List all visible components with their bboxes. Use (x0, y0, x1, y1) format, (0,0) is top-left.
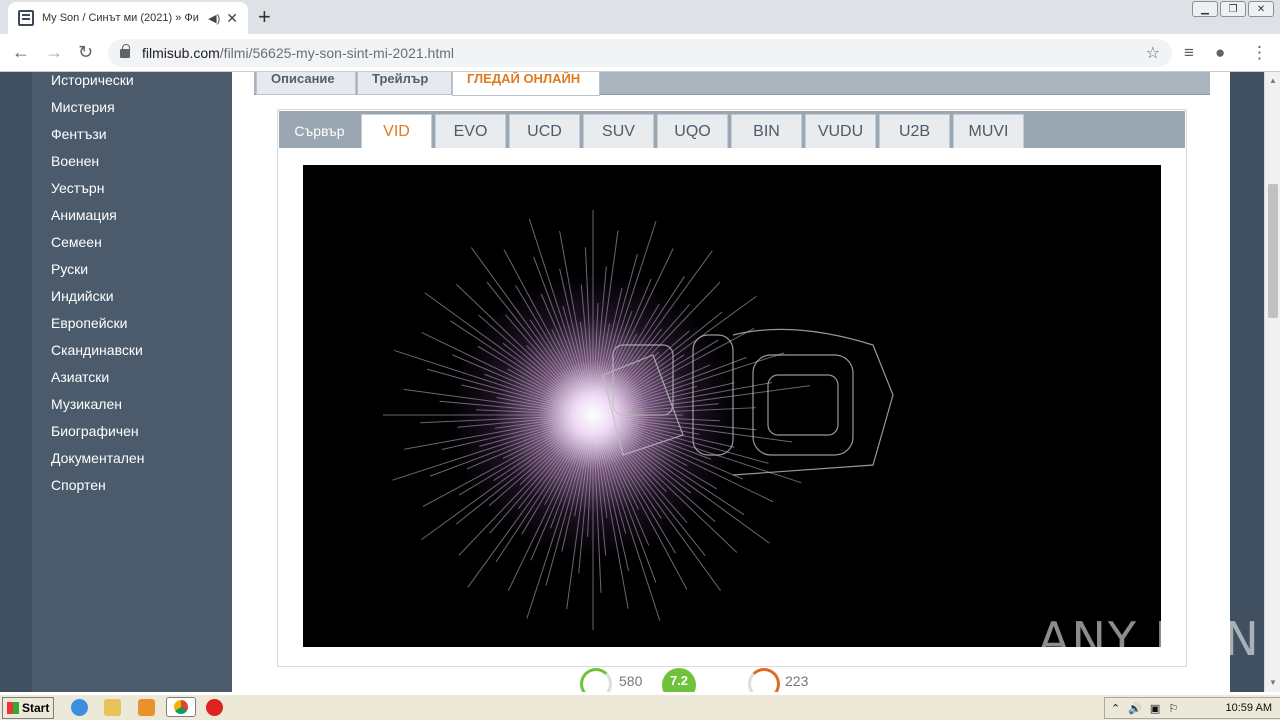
reload-icon[interactable]: ↻ (78, 42, 93, 63)
server-selector-bar: Сървър VID EVO UCD SUV UQO BIN VUDU U2B … (279, 111, 1185, 148)
thumbs-down-icon[interactable] (748, 668, 780, 692)
movie-tabs: Описание Трейлър ГЛЕДАЙ ОНЛАЙН (254, 72, 1210, 96)
sidebar-item-genre[interactable]: Уестърн (32, 180, 232, 207)
server-tab-u2b[interactable]: U2B (879, 114, 950, 148)
close-window-button[interactable]: ✕ (1248, 1, 1274, 17)
media-control-icon[interactable]: ≡ (1184, 43, 1194, 63)
sidebar-item-genre[interactable]: Документален (32, 450, 232, 477)
sidebar-item-genre[interactable]: Индийски (32, 288, 232, 315)
network-icon[interactable]: ▣ (1150, 702, 1160, 715)
forward-arrow-icon[interactable]: → (45, 42, 63, 63)
rating-row: 580 7.2 223 (580, 668, 880, 692)
server-tab-bin[interactable]: BIN (731, 114, 802, 148)
windows-logo-icon (7, 702, 19, 714)
bookmark-star-icon[interactable]: ☆ (1146, 43, 1160, 63)
volume-icon[interactable]: 🔊 (1128, 702, 1142, 715)
scroll-up-arrow-icon[interactable]: ▲ (1269, 76, 1277, 85)
sidebar-item-genre[interactable]: Азиатски (32, 369, 232, 396)
server-tab-muvi[interactable]: MUVI (953, 114, 1024, 148)
sidebar-item-genre[interactable]: Музикален (32, 396, 232, 423)
file-explorer-icon[interactable] (104, 699, 121, 716)
sidebar-item-genre[interactable]: Мистерия (32, 99, 232, 126)
sidebar-item-genre[interactable]: Исторически (32, 72, 232, 99)
anyrun-watermark: ANY RUN (1038, 612, 1261, 666)
site-favicon-icon (18, 10, 34, 26)
genre-sidebar: Исторически Мистерия Фентъзи Военен Уест… (32, 72, 232, 692)
sidebar-item-genre[interactable]: Спортен (32, 477, 232, 504)
new-tab-button[interactable]: + (258, 4, 271, 30)
sidebar-item-genre[interactable]: Семеен (32, 234, 232, 261)
web-page: Исторически Мистерия Фентъзи Военен Уест… (0, 72, 1264, 692)
thumbs-up-icon[interactable] (580, 668, 612, 692)
lock-icon[interactable] (120, 43, 130, 58)
video-player[interactable] (303, 165, 1161, 647)
main-content: Описание Трейлър ГЛЕДАЙ ОНЛАЙН Сървър VI… (232, 72, 1230, 692)
browser-tab[interactable]: My Son / Синът ми (2021) » Фи ◀) ✕ (8, 2, 248, 34)
likes-count: 580 (619, 673, 643, 689)
close-tab-icon[interactable]: ✕ (226, 10, 238, 27)
menu-kebab-icon[interactable]: ⋮ (1251, 43, 1268, 63)
audio-playing-icon[interactable]: ◀) (208, 12, 220, 25)
server-label: Сървър (294, 123, 345, 139)
server-tab-suv[interactable]: SUV (583, 114, 654, 148)
back-arrow-icon[interactable]: ← (12, 42, 30, 63)
tab-description[interactable]: Описание (256, 72, 356, 95)
internet-explorer-icon[interactable] (71, 699, 88, 716)
browser-toolbar: ← → ↻ filmisub.com /filmi/56625-my-son-s… (0, 34, 1280, 72)
sidebar-item-genre[interactable]: Биографичен (32, 423, 232, 450)
server-tab-ucd[interactable]: UCD (509, 114, 580, 148)
tab-watch-online[interactable]: ГЛЕДАЙ ОНЛАЙН (452, 72, 600, 96)
url-path: /filmi/56625-my-son-sint-mi-2021.html (219, 45, 454, 61)
sidebar-item-genre[interactable]: Фентъзи (32, 126, 232, 153)
browser-tab-strip: My Son / Синът ми (2021) » Фи ◀) ✕ + ▁ ❐… (0, 0, 1280, 34)
taskbar-clock: 10:59 AM (1225, 702, 1272, 714)
address-bar[interactable]: filmisub.com /filmi/56625-my-son-sint-mi… (108, 39, 1172, 67)
stop-icon[interactable] (206, 699, 223, 716)
player-container: Сървър VID EVO UCD SUV UQO BIN VUDU U2B … (277, 109, 1187, 667)
server-tab-uqo[interactable]: UQO (657, 114, 728, 148)
right-background-rail (1230, 72, 1264, 692)
scrollbar-thumb[interactable] (1268, 184, 1278, 318)
tab-title: My Son / Синът ми (2021) » Фи (42, 12, 199, 24)
url-host: filmisub.com (142, 45, 220, 61)
server-tab-vudu[interactable]: VUDU (805, 114, 876, 148)
sidebar-item-genre[interactable]: Военен (32, 153, 232, 180)
server-tab-vid[interactable]: VID (361, 114, 432, 148)
tray-expand-icon[interactable]: ⌃ (1111, 702, 1120, 715)
start-button[interactable]: Start (2, 697, 54, 719)
sidebar-item-genre[interactable]: Европейски (32, 315, 232, 342)
profile-icon[interactable]: ● (1215, 43, 1225, 63)
windows-taskbar: Start ⌃ 🔊 ▣ ⚐ 10:59 AM (0, 694, 1280, 720)
system-tray: ⌃ 🔊 ▣ ⚐ 10:59 AM (1104, 697, 1280, 719)
page-scrollbar[interactable]: ▲ ▼ (1264, 72, 1280, 692)
restore-button[interactable]: ❐ (1220, 1, 1246, 17)
dislikes-count: 223 (785, 673, 809, 689)
scroll-down-arrow-icon[interactable]: ▼ (1269, 678, 1277, 687)
sidebar-item-genre[interactable]: Руски (32, 261, 232, 288)
server-tab-evo[interactable]: EVO (435, 114, 506, 148)
video-logo-outline (602, 328, 894, 476)
start-label: Start (22, 701, 50, 715)
window-controls: ▁ ❐ ✕ (1192, 1, 1274, 17)
chrome-icon (174, 700, 188, 714)
media-player-icon[interactable] (138, 699, 155, 716)
sidebar-item-genre[interactable]: Анимация (32, 207, 232, 234)
left-background-rail (0, 72, 32, 692)
action-center-flag-icon[interactable]: ⚐ (1168, 702, 1178, 715)
rating-score: 7.2 (662, 668, 696, 692)
tab-trailer[interactable]: Трейлър (357, 72, 452, 95)
sidebar-item-genre[interactable]: Скандинавски (32, 342, 232, 369)
minimize-button[interactable]: ▁ (1192, 1, 1218, 17)
